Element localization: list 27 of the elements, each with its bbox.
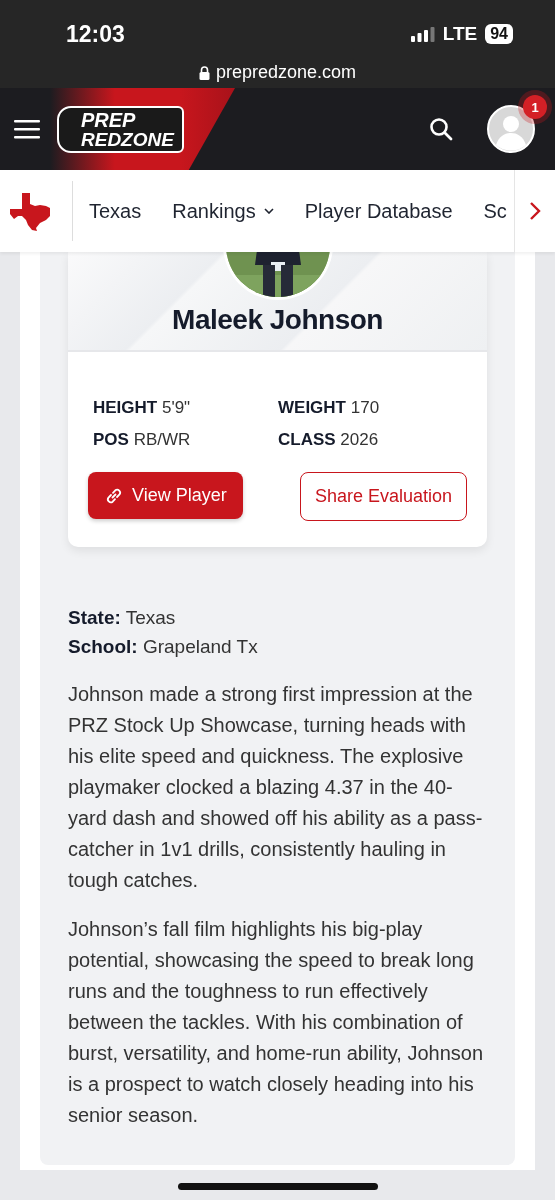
- notification-badge: 1: [523, 95, 547, 119]
- share-button[interactable]: Share Evaluation: [299, 472, 467, 521]
- nav-link[interactable]: Sc: [483, 199, 507, 223]
- player-name: Maleek Johnson: [172, 304, 383, 336]
- battery-level: 94: [485, 24, 513, 44]
- stat-text: POS RB/WR: [93, 430, 192, 450]
- lock-icon: [198, 65, 210, 80]
- network-label: LTE: [442, 23, 478, 45]
- nav-link[interactable]: Rankings: [172, 199, 274, 223]
- menu-icon[interactable]: [14, 119, 40, 139]
- clock-time: 12:03: [66, 20, 125, 48]
- nav-link[interactable]: Texas: [89, 199, 142, 223]
- url-text[interactable]: prepredzone.com: [215, 62, 357, 83]
- state-map-icon[interactable]: [10, 191, 52, 231]
- stat-text: WEIGHT 170: [278, 398, 381, 418]
- nav-link[interactable]: Player Database: [304, 199, 453, 223]
- body-paragraph: Johnson made a strong first impression at the PRZ Stock Up Showcase, turning heads with his elite speed and quickness. The explosive playmaker clocked a blazing 4.37 in the 40-yard dash and showed off his ability as a pass-catcher in 1v1 drills, consistently hauling in tough catches.: [68, 682, 484, 893]
- view-player-button[interactable]: View Player: [88, 472, 243, 519]
- stat-text: CLASS 2026: [278, 430, 380, 450]
- detail-text: School: Grapeland Tx: [68, 635, 259, 659]
- search-icon[interactable]: [429, 117, 453, 141]
- chevron-right-icon: [529, 201, 541, 221]
- detail-text: State: Texas: [68, 606, 177, 630]
- stat-text: HEIGHT 5'9": [93, 398, 192, 418]
- body-paragraph: Johnson’s fall film highlights his big-play potential, showcasing the speed to break long runs and the toughness to run effectively between the tackles. With his combination of burst, versatility, and home-run ability, Johnson is a prospect to watch closely heading into his senior season.: [68, 917, 484, 1128]
- site-logo[interactable]: PREP REDZONE: [57, 105, 184, 153]
- signal-icon: [410, 26, 435, 42]
